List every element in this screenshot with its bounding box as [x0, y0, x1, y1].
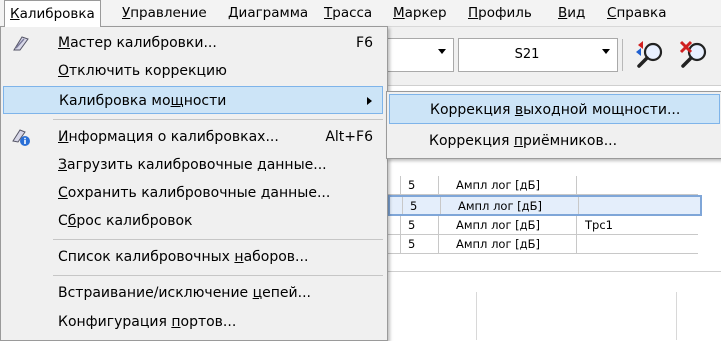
menu-trassa[interactable]: Трасса	[319, 0, 377, 26]
s-param-value: S21	[514, 47, 540, 62]
menu-diagramma[interactable]: Диаграмма	[223, 0, 313, 26]
chevron-down-icon	[602, 49, 610, 54]
menu-item-receiver-correction[interactable]: Коррекция приёмников...	[389, 126, 720, 156]
table-row[interactable]: 5 Ампл лог [дБ] Трс1	[388, 216, 698, 235]
menu-item-load-data[interactable]: Загрузить калибровочные данные...	[3, 151, 383, 179]
table-row[interactable]: 5 Ампл лог [дБ]	[388, 176, 698, 195]
wizard-icon	[13, 36, 29, 51]
submenu-arrow-icon	[367, 97, 372, 105]
info-icon	[12, 129, 30, 146]
menu-item-wizard[interactable]: Мастер калибровки... F6	[3, 29, 383, 57]
table-cell: Трс1	[585, 218, 613, 232]
menu-label: аркер	[404, 5, 447, 21]
grid-line	[476, 292, 477, 340]
menu-item-calibration-info[interactable]: Информация о калибровках... Alt+F6	[3, 123, 383, 151]
menu-label: правление	[130, 5, 207, 21]
marker-remove-icon[interactable]	[678, 39, 710, 71]
grid-line	[676, 292, 677, 340]
menu-kalibrovka[interactable]: Калибровка	[4, 0, 101, 27]
menu-key: В	[558, 5, 568, 21]
power-calibration-submenu: Коррекция выходной мощности... Коррекция…	[386, 91, 721, 159]
menu-item-power-calibration[interactable]: Калибровка мощности	[3, 86, 383, 114]
menu-label: правка	[616, 5, 667, 21]
chart-panel	[388, 271, 721, 340]
table-cell: Ампл лог [дБ]	[456, 218, 540, 232]
s-param-select[interactable]: S21	[458, 38, 618, 72]
menu-separator	[53, 119, 383, 120]
menu-item-disable-correction[interactable]: Отключить коррекцию	[3, 57, 383, 85]
menubar: Калибровка Управление Диаграмма Трасса М…	[0, 0, 721, 27]
table-cell: 5	[408, 178, 416, 192]
table-cell: Ампл лог [дБ]	[456, 237, 540, 251]
menu-item-output-power-correction[interactable]: Коррекция выходной мощности...	[389, 94, 720, 124]
menu-separator	[53, 275, 383, 276]
toolbar-combo-1[interactable]	[386, 38, 454, 72]
table-cell: 5	[410, 199, 418, 213]
marker-search-icon[interactable]	[634, 39, 666, 71]
chevron-down-icon	[438, 49, 446, 54]
menu-label: алибровка	[19, 6, 95, 22]
menu-separator	[53, 239, 383, 240]
menu-label: ид	[567, 5, 586, 21]
menu-item-embedding[interactable]: Встраивание/исключение цепей...	[3, 279, 383, 307]
menu-label: рофиль	[478, 5, 532, 21]
menu-key: Д	[228, 5, 239, 21]
menu-spravka[interactable]: Справка	[602, 0, 672, 26]
toolbar-separator	[622, 39, 623, 71]
menu-item-port-config[interactable]: Конфигурация портов...	[3, 308, 383, 336]
menu-vid[interactable]: Вид	[553, 0, 590, 26]
menu-label: расса	[332, 5, 373, 21]
menu-profil[interactable]: Профиль	[463, 0, 537, 26]
table-row[interactable]: 5 Ампл лог [дБ]	[388, 235, 698, 254]
menu-item-cal-sets[interactable]: Список калибровочных наборов...	[3, 243, 383, 271]
menu-key: М	[393, 5, 405, 21]
menu-key: П	[468, 5, 479, 21]
calibration-menu: Мастер калибровки... F6 Отключить коррек…	[0, 26, 388, 341]
menu-marker[interactable]: Маркер	[388, 0, 452, 26]
menu-key: У	[122, 5, 131, 21]
table-cell: Ампл лог [дБ]	[456, 178, 540, 192]
shortcut: F6	[356, 35, 373, 51]
menu-label: иаграмма	[238, 5, 309, 21]
table-cell: 5	[408, 237, 416, 251]
table-row-selected[interactable]: 5 Ампл лог [дБ]	[388, 195, 702, 216]
menu-item-save-data[interactable]: Сохранить калибровочные данные...	[3, 179, 383, 207]
table-cell: Ампл лог [дБ]	[458, 199, 542, 213]
table-cell: 5	[408, 218, 416, 232]
shortcut: Alt+F6	[325, 129, 373, 145]
menu-key: Т	[324, 5, 333, 21]
menu-key: К	[10, 6, 20, 22]
menu-item-reset[interactable]: Сброс калибровок	[3, 207, 383, 235]
menu-upravlenie[interactable]: Управление	[117, 0, 212, 26]
